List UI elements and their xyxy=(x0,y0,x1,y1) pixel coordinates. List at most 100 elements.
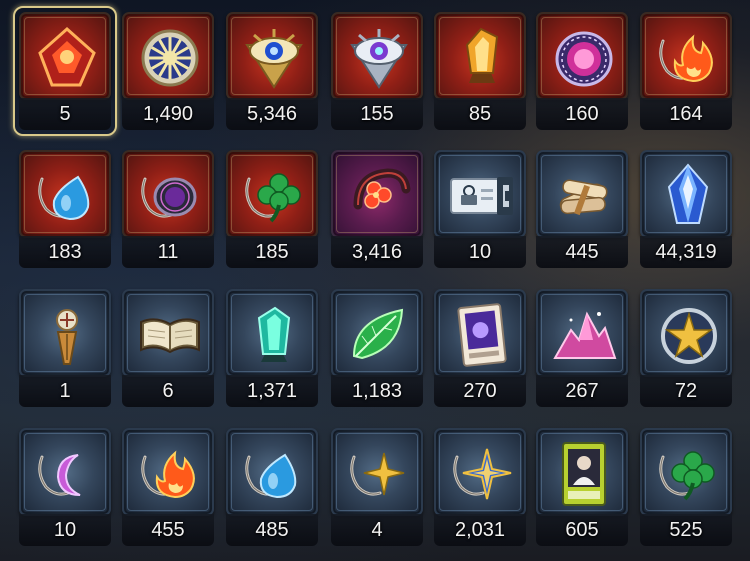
item-frame xyxy=(19,289,111,377)
item-frame xyxy=(640,428,732,516)
item-frame xyxy=(19,428,111,516)
item-frame xyxy=(122,150,214,238)
clover-charm-icon xyxy=(239,161,309,231)
item-count: 1,371 xyxy=(226,375,318,407)
inventory-slot[interactable]: 485 xyxy=(226,428,318,546)
item-count: 5 xyxy=(19,98,111,130)
item-frame xyxy=(434,12,526,100)
inventory-slot[interactable]: 2,031 xyxy=(434,428,526,546)
item-frame xyxy=(19,12,111,100)
item-count: 525 xyxy=(640,514,732,546)
pink-crystal-pile-icon xyxy=(549,300,619,370)
inventory-slot[interactable]: 1,490 xyxy=(122,12,214,130)
item-count: 270 xyxy=(434,375,526,407)
inventory-slot[interactable]: 85 xyxy=(434,12,526,130)
item-frame xyxy=(536,289,628,377)
item-count: 155 xyxy=(331,98,423,130)
purple-card-icon xyxy=(447,300,517,370)
item-count: 185 xyxy=(226,236,318,268)
item-frame xyxy=(434,289,526,377)
scroll-bundle-icon xyxy=(549,161,619,231)
item-count: 1,490 xyxy=(122,98,214,130)
inventory-slot[interactable]: 10 xyxy=(434,150,526,268)
item-frame xyxy=(434,428,526,516)
inventory-slot[interactable]: 160 xyxy=(536,12,628,130)
item-frame xyxy=(19,150,111,238)
teal-crystal-icon xyxy=(239,300,309,370)
item-count: 10 xyxy=(19,514,111,546)
item-count: 4 xyxy=(331,514,423,546)
item-count: 2,031 xyxy=(434,514,526,546)
inventory-slot[interactable]: 155 xyxy=(331,12,423,130)
inventory-slot[interactable]: 605 xyxy=(536,428,628,546)
item-frame xyxy=(434,150,526,238)
star-medallion-icon xyxy=(653,300,723,370)
inventory-slot[interactable]: 4 xyxy=(331,428,423,546)
dark-ring-charm-icon xyxy=(135,161,205,231)
item-frame xyxy=(640,12,732,100)
inventory-slot[interactable]: 11 xyxy=(122,150,214,268)
item-frame xyxy=(226,12,318,100)
item-frame xyxy=(536,12,628,100)
item-frame xyxy=(331,150,423,238)
moon-charm-icon xyxy=(32,439,102,509)
item-count: 72 xyxy=(640,375,732,407)
inventory-slot[interactable]: 270 xyxy=(434,289,526,407)
item-frame xyxy=(331,12,423,100)
item-count: 160 xyxy=(536,98,628,130)
item-frame xyxy=(536,150,628,238)
inventory-slot[interactable]: 445 xyxy=(536,150,628,268)
item-count: 164 xyxy=(640,98,732,130)
inventory-slot[interactable]: 185 xyxy=(226,150,318,268)
inventory-slot[interactable]: 1 xyxy=(19,289,111,407)
inventory-slot[interactable]: 164 xyxy=(640,12,732,130)
inventory-slot[interactable]: 1,183 xyxy=(331,289,423,407)
blue-gem-icon xyxy=(653,161,723,231)
item-count: 605 xyxy=(536,514,628,546)
item-frame xyxy=(226,428,318,516)
star-charm-icon xyxy=(344,439,414,509)
inventory-slot[interactable]: 455 xyxy=(122,428,214,546)
item-count: 10 xyxy=(434,236,526,268)
item-count: 5,346 xyxy=(226,98,318,130)
red-crystal-icon xyxy=(32,23,102,93)
inventory-grid: 5 1,490 5,346 155 85 160 164 183 11 185 3,416 10 445… xyxy=(0,0,750,561)
inventory-slot[interactable]: 6 xyxy=(122,289,214,407)
inventory-slot[interactable]: 525 xyxy=(640,428,732,546)
item-count: 455 xyxy=(122,514,214,546)
item-count: 445 xyxy=(536,236,628,268)
green-leaf-icon xyxy=(344,300,414,370)
item-count: 3,416 xyxy=(331,236,423,268)
fire-charm-icon xyxy=(653,23,723,93)
item-frame xyxy=(331,428,423,516)
purple-disc-icon xyxy=(549,23,619,93)
contract-ticket-icon xyxy=(447,161,517,231)
item-frame xyxy=(331,289,423,377)
sun-disc-icon xyxy=(135,23,205,93)
item-frame xyxy=(226,289,318,377)
inventory-slot[interactable]: 183 xyxy=(19,150,111,268)
inventory-slot[interactable]: 5 xyxy=(13,6,117,136)
item-frame xyxy=(122,289,214,377)
inventory-slot[interactable]: 10 xyxy=(19,428,111,546)
inventory-slot[interactable]: 5,346 xyxy=(226,12,318,130)
item-count: 183 xyxy=(19,236,111,268)
silver-eye-emblem-icon xyxy=(344,23,414,93)
blue-drop-charm-icon xyxy=(32,161,102,231)
inventory-slot[interactable]: 3,416 xyxy=(331,150,423,268)
blue-star-charm-icon xyxy=(447,439,517,509)
item-count: 11 xyxy=(122,236,214,268)
item-frame xyxy=(122,428,214,516)
item-frame xyxy=(226,150,318,238)
inventory-slot[interactable]: 44,319 xyxy=(640,150,732,268)
inventory-slot[interactable]: 267 xyxy=(536,289,628,407)
red-flower-charm-icon xyxy=(344,161,414,231)
item-count: 485 xyxy=(226,514,318,546)
item-count: 267 xyxy=(536,375,628,407)
inventory-slot[interactable]: 1,371 xyxy=(226,289,318,407)
inventory-slot[interactable]: 72 xyxy=(640,289,732,407)
item-frame xyxy=(640,150,732,238)
item-frame xyxy=(536,428,628,516)
item-count: 44,319 xyxy=(640,236,732,268)
item-count: 1 xyxy=(19,375,111,407)
